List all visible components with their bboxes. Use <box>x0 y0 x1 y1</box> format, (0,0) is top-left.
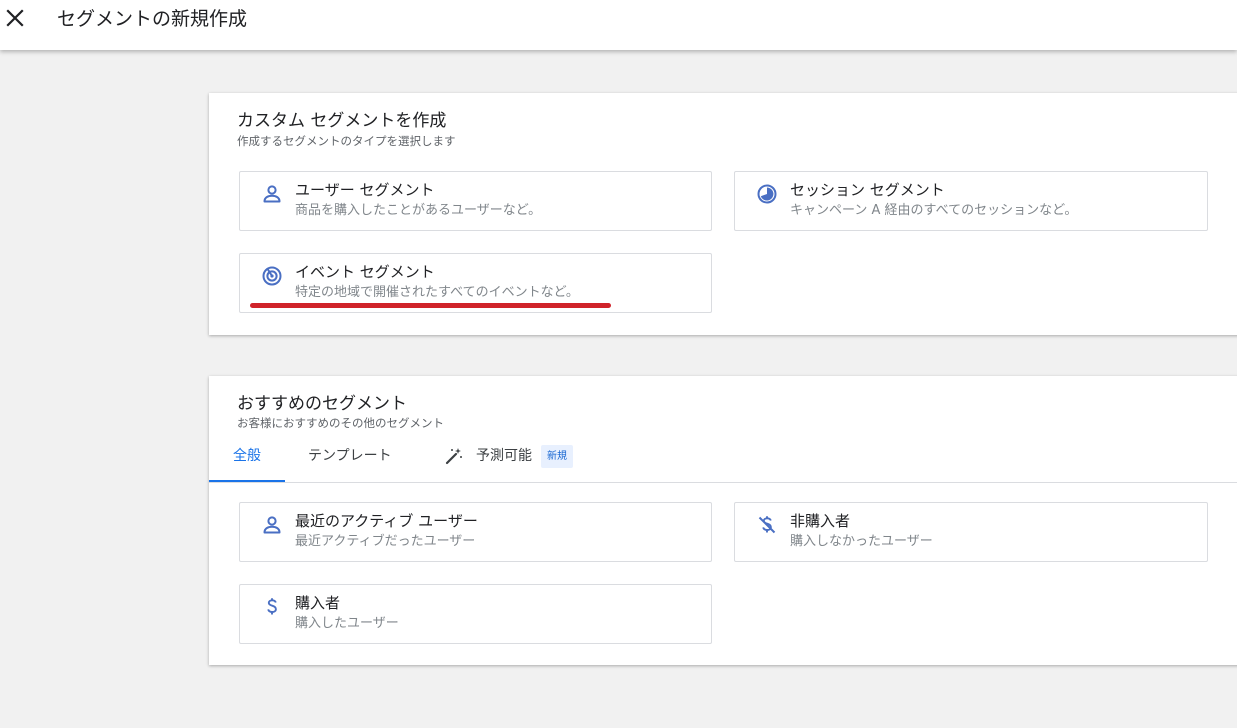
event-segment-card[interactable]: イベント セグメント 特定の地域で開催されたすべてのイベントなど。 <box>239 253 712 313</box>
recent-active-users-card[interactable]: 最近のアクティブ ユーザー 最近アクティブだったユーザー <box>239 502 712 562</box>
recommended-segment-subtitle: お客様におすすめのその他のセグメント <box>237 416 444 430</box>
recommended-segment-panel: おすすめのセグメント お客様におすすめのその他のセグメント 全般 テンプレート … <box>209 376 1237 665</box>
tab-predictive-label: 予測可能 <box>476 448 532 464</box>
user-segment-desc: 商品を購入したことがあるユーザーなど。 <box>295 203 542 218</box>
recent-active-users-title: 最近のアクティブ ユーザー <box>295 512 478 530</box>
recommended-segment-title: おすすめのセグメント <box>237 394 407 414</box>
no-money-icon <box>756 514 778 536</box>
session-segment-title: セッション セグメント <box>790 181 945 199</box>
person-icon <box>261 514 283 536</box>
tab-templates[interactable]: テンプレート <box>308 436 392 480</box>
purchasers-title: 購入者 <box>295 594 341 612</box>
recent-active-users-desc: 最近アクティブだったユーザー <box>295 534 476 549</box>
segment-tabs: 全般 テンプレート 予測可能 新規 <box>209 436 1237 483</box>
non-purchasers-desc: 購入しなかったユーザー <box>790 534 933 549</box>
highlight-underline <box>250 303 611 308</box>
user-segment-title: ユーザー セグメント <box>295 181 435 199</box>
session-segment-desc: キャンペーン A 経由のすべてのセッションなど。 <box>790 203 1078 218</box>
non-purchasers-card[interactable]: 非購入者 購入しなかったユーザー <box>734 502 1208 562</box>
tab-general[interactable]: 全般 <box>209 436 285 482</box>
non-purchasers-title: 非購入者 <box>790 512 851 530</box>
page-title: セグメントの新規作成 <box>57 8 248 30</box>
dollar-icon <box>261 596 283 618</box>
purchasers-desc: 購入したユーザー <box>295 616 399 631</box>
custom-segment-panel: カスタム セグメントを作成 作成するセグメントのタイプを選択します ユーザー セ… <box>209 93 1237 335</box>
custom-segment-subtitle: 作成するセグメントのタイプを選択します <box>237 134 456 148</box>
session-segment-card[interactable]: セッション セグメント キャンペーン A 経由のすべてのセッションなど。 <box>734 171 1208 231</box>
event-segment-desc: 特定の地域で開催されたすべてのイベントなど。 <box>295 285 579 300</box>
event-icon <box>261 265 283 287</box>
new-badge: 新規 <box>541 445 573 468</box>
top-app-bar: セグメントの新規作成 <box>0 0 1237 50</box>
person-icon <box>261 183 283 205</box>
close-icon <box>4 7 26 29</box>
magic-wand-icon <box>444 446 464 466</box>
purchasers-card[interactable]: 購入者 購入したユーザー <box>239 584 712 644</box>
event-segment-title: イベント セグメント <box>295 263 435 281</box>
session-icon <box>756 183 778 205</box>
custom-segment-title: カスタム セグメントを作成 <box>237 111 447 131</box>
close-button[interactable] <box>4 7 26 29</box>
user-segment-card[interactable]: ユーザー セグメント 商品を購入したことがあるユーザーなど。 <box>239 171 712 231</box>
